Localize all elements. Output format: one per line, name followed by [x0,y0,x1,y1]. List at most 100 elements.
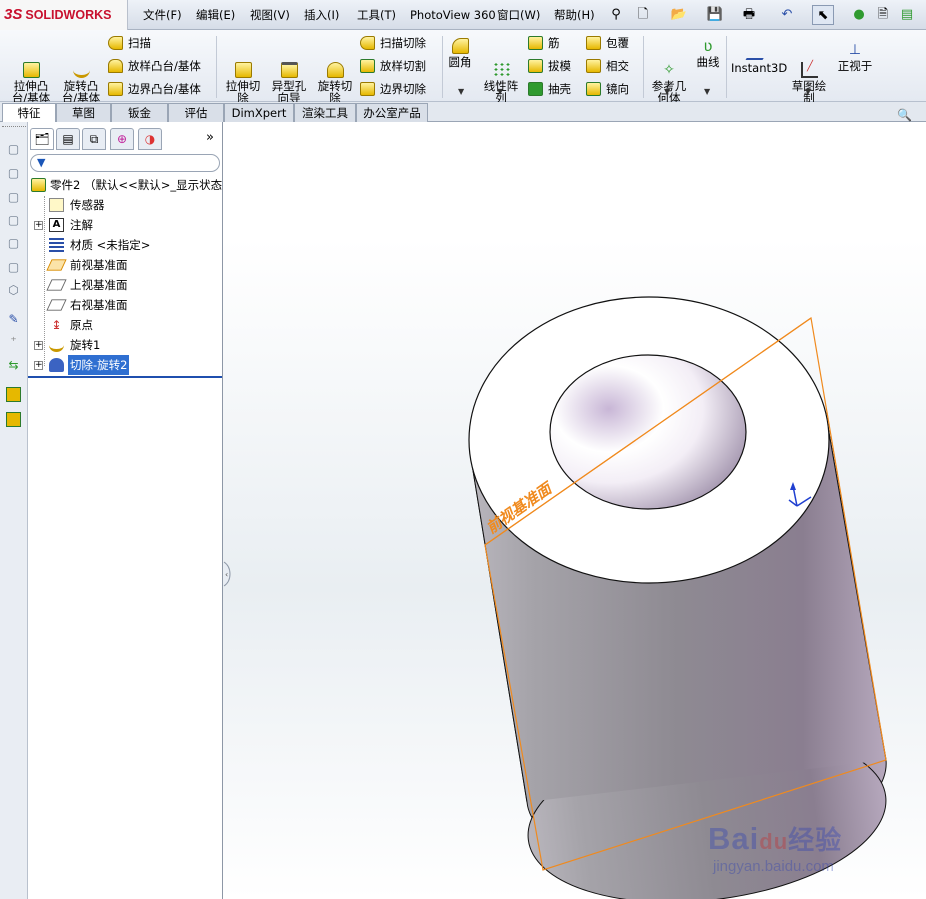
intersect-button[interactable]: 相交 [586,57,629,75]
feature-tree-tab-icon[interactable]: 🗂 [30,128,54,150]
menu-photoview[interactable]: PhotoView 360 [410,0,496,30]
instant3d-button[interactable]: Instant3D [731,48,787,74]
new-document-icon[interactable]: 🗋 [632,5,654,25]
ribbon-separator [442,36,443,98]
menu-help[interactable]: 帮助(H) [554,0,595,30]
options-icon[interactable]: ▤ [896,5,918,25]
loft-boss-icon [108,59,123,73]
sweep-cut-icon [360,36,375,50]
configuration-manager-tab-icon[interactable]: ⧉ [82,128,106,150]
sketch-dropdown-icon[interactable]: ▼ [805,87,811,96]
draft-button[interactable]: 拔模 [528,57,571,75]
mirror-button[interactable]: 镜向 [586,80,629,98]
curves-dropdown-icon[interactable]: ▼ [704,87,710,96]
revolve-cut-icon [326,62,344,78]
ribbon-separator [216,36,217,98]
view-cube-icon[interactable]: ▢ [6,213,21,228]
command-manager: 拉伸凸 台/基体 旋转凸 台/基体 扫描 放样凸台/基体 边界凸台/基体 拉伸切… [0,30,926,104]
tab-evaluate[interactable]: 评估 [168,103,224,122]
undo-icon[interactable]: ↶ [776,5,798,25]
cut-revolve-icon [49,358,64,372]
menu-window[interactable]: 窗口(W) [497,0,540,30]
tab-sheet-metal[interactable]: 钣金 [111,103,168,122]
graphics-area[interactable]: 前视基准面 [223,122,926,899]
svg-text:‹: ‹ [225,570,228,579]
open-icon[interactable]: 📂 [668,5,690,25]
expand-plus-icon[interactable]: + [34,361,43,370]
view-cube-icon[interactable]: ▢ [6,190,21,205]
expand-plus-icon[interactable]: + [34,221,43,230]
boundary-cut-button[interactable]: 边界切除 [360,80,426,98]
property-manager-tab-icon[interactable]: ▤ [56,128,80,150]
ribbon-separator [726,36,727,98]
normal-to-icon: ⊥ [848,42,862,58]
wrap-icon [586,36,601,50]
command-tabs: 特征 草图 钣金 评估 DimXpert 渲染工具 办公室产品 [0,102,926,123]
model-viewport[interactable]: 前视基准面 [223,122,926,899]
relations-icon[interactable]: ⇆ [6,358,21,373]
loft-boss-button[interactable]: 放样凸台/基体 [108,57,201,75]
rib-button[interactable]: 筋 [528,34,560,52]
smart-dimension-icon[interactable]: ⁺ [6,334,21,349]
view-cube-icon[interactable]: ⬡ [6,283,21,298]
revolve-feature-icon [49,338,64,352]
feature-icon[interactable] [6,412,21,427]
fillet-dropdown-icon[interactable]: ▼ [458,87,464,96]
top-plane-icon [46,279,67,291]
expand-plus-icon[interactable]: + [34,341,43,350]
tab-render-tools[interactable]: 渲染工具 [294,103,356,122]
wrap-button[interactable]: 包覆 [586,34,629,52]
reference-geometry-dropdown-icon[interactable]: ▼ [664,87,670,96]
fillet-icon [451,38,469,54]
reference-geometry-icon: ✧ [663,62,675,78]
sweep-cut-button[interactable]: 扫描切除 [360,34,426,52]
curves-button[interactable]: ʋ 曲线 [694,38,722,68]
menu-tools[interactable]: 工具(T) [357,0,396,30]
save-icon[interactable]: 💾 [704,5,726,25]
view-cube-icon[interactable]: ▢ [6,236,21,251]
tab-office-products[interactable]: 办公室产品 [356,103,428,122]
rollback-bar[interactable] [28,376,222,378]
draft-icon [528,59,543,73]
display-manager-tab-icon[interactable]: ◑ [138,128,162,150]
rebuild-icon[interactable]: ● [848,5,870,25]
tab-sketch[interactable]: 草图 [56,103,111,122]
menu-file[interactable]: 文件(F) [143,0,182,30]
extrude-cut-icon [234,62,252,78]
menu-insert[interactable]: 插入(I) [304,0,339,30]
filter-icon: ▼ [37,156,46,169]
shell-button[interactable]: 抽壳 [528,80,571,98]
loft-cut-icon [360,59,375,73]
baidu-watermark: Baidu经验 [708,821,843,856]
select-icon[interactable]: ⬉ [812,5,834,25]
sweep-button[interactable]: 扫描 [108,34,151,52]
ds-logo-icon: 3S [4,6,23,23]
zoom-to-fit-icon[interactable]: 🔍 [897,108,912,122]
sweep-icon [108,36,123,50]
file-properties-icon[interactable]: 🗎 [872,5,894,25]
loft-cut-button[interactable]: 放样切割 [360,57,426,75]
boundary-boss-button[interactable]: 边界凸台/基体 [108,80,201,98]
expand-chevron-icon[interactable]: » [206,130,214,145]
fillet-button[interactable]: 圆角 [446,38,474,68]
panel-splitter[interactable]: ‹ [222,560,232,588]
solidworks-logo: 3S SOLIDWORKS [0,0,128,30]
tab-features[interactable]: 特征 [2,103,56,123]
menu-view[interactable]: 视图(V) [250,0,290,30]
feature-icon[interactable] [6,387,21,402]
pattern-dropdown-icon[interactable]: ▼ [497,87,503,96]
sketch-edit-icon[interactable]: ✎ [6,312,21,327]
tab-dimxpert[interactable]: DimXpert [224,103,294,122]
feature-filter-input[interactable]: ▼ [30,154,220,172]
watermark-url: jingyan.baidu.com [713,858,834,875]
annotation-icon: A [49,218,64,232]
print-icon[interactable]: 🖶 [738,5,760,25]
view-cube-icon[interactable]: ▢ [6,166,21,181]
normal-to-button[interactable]: ⊥ 正视于 [835,42,875,72]
view-cube-icon[interactable]: ▢ [6,142,21,157]
rib-icon [528,36,543,50]
dimxpert-manager-tab-icon[interactable]: ⊕ [110,128,134,150]
menu-edit[interactable]: 编辑(E) [196,0,235,30]
view-cube-icon[interactable]: ▢ [6,260,21,275]
pin-icon[interactable]: ⚲ [605,5,627,25]
